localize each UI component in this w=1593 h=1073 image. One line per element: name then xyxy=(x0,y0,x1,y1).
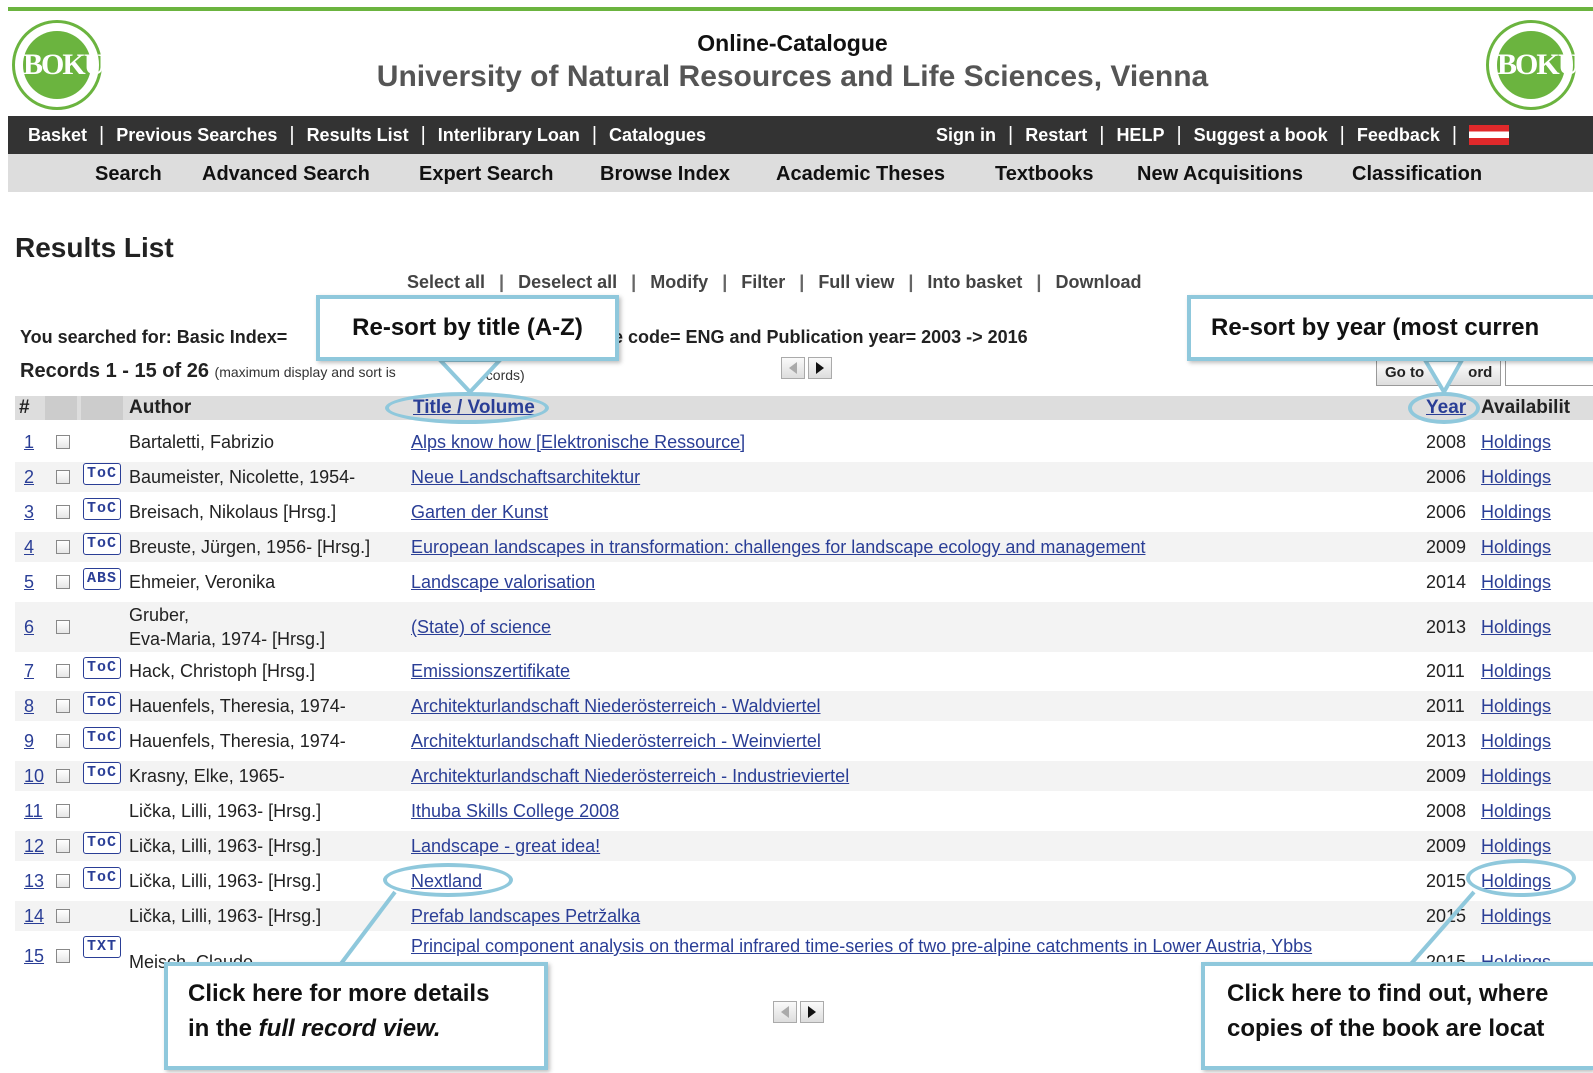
pager-bottom xyxy=(773,1001,824,1023)
callout-details-line2b: full record view. xyxy=(258,1015,441,1042)
highlight-title-header xyxy=(385,392,549,424)
callout-full-record: Click here for more details in the full … xyxy=(164,962,548,1070)
highlight-year-header xyxy=(1408,392,1480,424)
prev-page-button-bottom[interactable] xyxy=(773,1001,797,1023)
callout-holdings: Click here to find out, where copies of … xyxy=(1201,962,1593,1070)
pointer-year xyxy=(1421,358,1466,396)
pointer-details xyxy=(338,890,397,967)
highlight-holdings xyxy=(1466,859,1576,897)
callout-sort-title-text: Re-sort by title (A-Z) xyxy=(352,314,583,341)
callout-pointer-lines xyxy=(338,358,1476,967)
arrow-left-icon xyxy=(781,1006,789,1018)
callout-sort-year: Re-sort by year (most curren xyxy=(1187,295,1593,361)
pointer-holdings xyxy=(1408,890,1476,967)
arrow-right-icon xyxy=(808,1006,816,1018)
callout-details-line1: Click here for more details xyxy=(188,980,490,1007)
highlight-nextland xyxy=(383,863,513,897)
callout-sort-year-text: Re-sort by year (most curren xyxy=(1211,314,1540,341)
next-page-button-bottom[interactable] xyxy=(800,1001,824,1023)
callout-holdings-line2: copies of the book are locat xyxy=(1227,1015,1545,1042)
callout-details-line2a: in the xyxy=(188,1015,259,1042)
callout-sort-title: Re-sort by title (A-Z) xyxy=(316,295,619,361)
pointer-title xyxy=(435,358,505,395)
callout-holdings-line1: Click here to find out, where xyxy=(1227,980,1549,1007)
callout-details-line2: in the full record view. xyxy=(188,1011,544,1046)
